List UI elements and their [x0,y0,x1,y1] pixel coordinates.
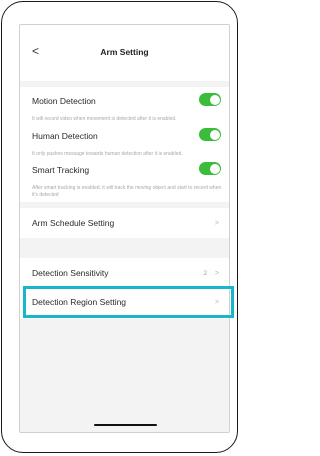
chevron-right-icon: > [214,220,219,227]
detection-sensitivity-row[interactable]: Detection Sensitivity 2 > [20,258,229,288]
motion-detection-label: Motion Detection [32,96,96,106]
smart-tracking-note: After smart tracking is enabled, it will… [32,185,222,198]
smart-tracking-label: Smart Tracking [32,165,90,175]
home-indicator [94,424,157,426]
human-detection-toggle[interactable] [199,128,221,141]
detection-section: Motion Detection It will record video wh… [20,87,229,202]
motion-detection-note: It will record video when movement is de… [32,116,177,122]
human-detection-note: It only pushes message towards human det… [32,151,183,157]
smart-tracking-toggle[interactable] [199,162,221,175]
detection-sensitivity-label: Detection Sensitivity [32,268,109,278]
detection-region-highlight [23,286,234,318]
nav-header: < Arm Setting [20,25,229,81]
chevron-right-icon: > [214,270,219,277]
arm-schedule-label: Arm Schedule Setting [32,218,115,228]
app-screen: < Arm Setting Motion Detection It will r… [19,24,230,433]
motion-detection-toggle[interactable] [199,93,221,106]
arm-schedule-row[interactable]: Arm Schedule Setting > [20,208,229,238]
phone-frame: < Arm Setting Motion Detection It will r… [1,1,238,453]
human-detection-label: Human Detection [32,131,98,141]
detection-sensitivity-value: 2 [203,270,207,277]
page-title: Arm Setting [100,47,149,57]
